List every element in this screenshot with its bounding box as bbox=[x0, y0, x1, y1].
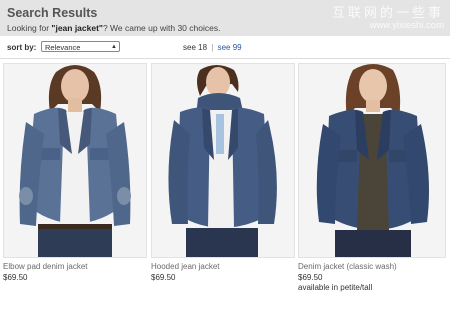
page-size-options: see 18 | see 99 bbox=[183, 43, 242, 52]
product-info: Elbow pad denim jacket $69.50 bbox=[3, 262, 88, 283]
product-image-elbow-pad-jacket[interactable] bbox=[3, 63, 147, 258]
product-price: $69.50 bbox=[151, 272, 176, 282]
product-name-link[interactable]: Elbow pad denim jacket bbox=[3, 262, 88, 273]
product-price: $69.50 bbox=[298, 272, 323, 282]
sort-select[interactable]: Relevance ▲︎ bbox=[41, 41, 120, 52]
watermark: 互联网的一些事 www.yixieshi.com bbox=[332, 2, 444, 31]
sort-selected-value: Relevance bbox=[45, 43, 81, 52]
watermark-text: 互联网的一些事 bbox=[331, 6, 444, 21]
sort-label: sort by: bbox=[7, 43, 37, 52]
dropdown-arrow-icon: ▲︎ bbox=[111, 44, 117, 50]
watermark-url: www.yixieshi.com bbox=[369, 20, 444, 31]
search-header: Search Results Looking for "jean jacket"… bbox=[0, 0, 450, 36]
product-image-classic-wash-jacket[interactable] bbox=[298, 63, 446, 258]
see-99-link[interactable]: see 99 bbox=[218, 43, 242, 52]
page-size-separator: | bbox=[211, 43, 214, 52]
search-query: "jean jacket" bbox=[51, 23, 103, 33]
availability-note: available in petite/tall bbox=[298, 283, 373, 292]
product-info: Denim jacket (classic wash) $69.50 avail… bbox=[298, 262, 397, 294]
summary-prefix: Looking for bbox=[7, 23, 52, 33]
product-info: Hooded jean jacket $69.50 bbox=[151, 262, 220, 283]
see-18-option[interactable]: see 18 bbox=[183, 43, 207, 52]
page-title: Search Results bbox=[7, 6, 98, 20]
product-price: $69.50 bbox=[3, 272, 28, 282]
product-image-hooded-jacket[interactable] bbox=[151, 63, 295, 258]
results-controls: sort by: Relevance ▲︎ see 18 | see 99 bbox=[0, 40, 450, 56]
product-name-link[interactable]: Denim jacket (classic wash) bbox=[298, 262, 397, 273]
results-summary: Looking for "jean jacket"? We came up wi… bbox=[7, 23, 220, 33]
product-name-link[interactable]: Hooded jean jacket bbox=[151, 262, 220, 273]
summary-suffix: ? We came up with 30 choices. bbox=[102, 23, 221, 33]
divider bbox=[0, 58, 450, 59]
